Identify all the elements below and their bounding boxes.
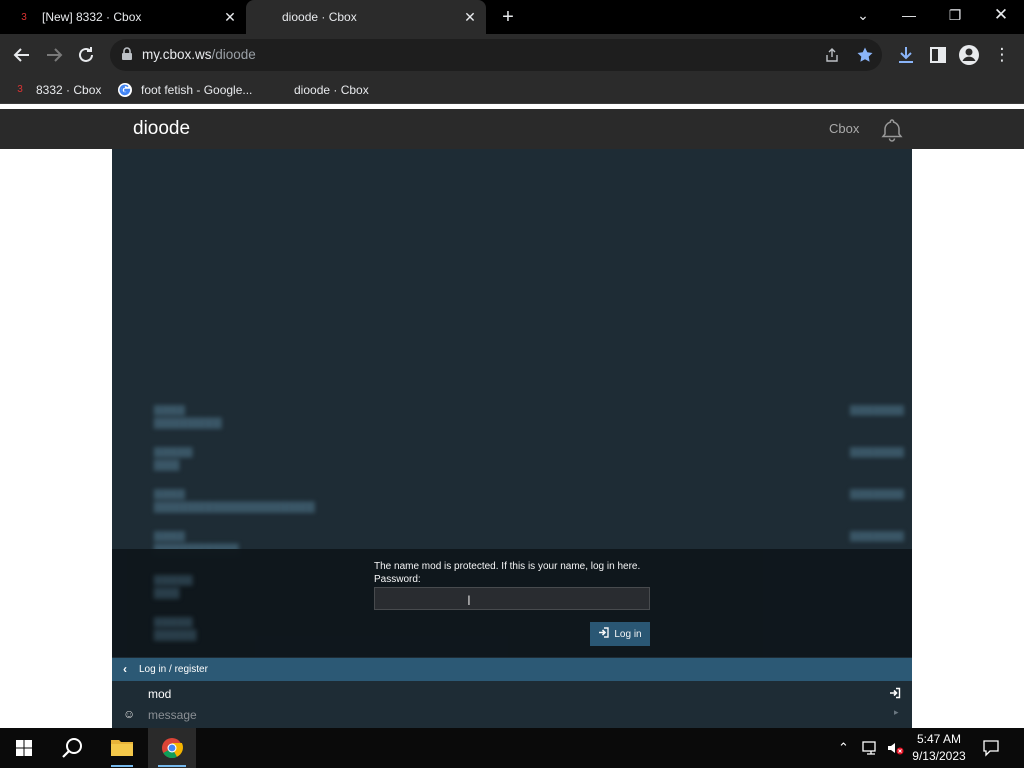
cbox-favicon-icon bbox=[270, 82, 286, 98]
log-in-button[interactable]: Log in bbox=[590, 622, 650, 646]
blurred-message: ▇▇▇▇ ▇▇▇▇▇▇▇▇ bbox=[154, 405, 222, 429]
new-tab-plus-icon[interactable]: + bbox=[498, 7, 518, 27]
tab-title: [New] 8332 · Cbox bbox=[42, 10, 142, 24]
tab-title: dioode · Cbox bbox=[282, 10, 357, 24]
system-clock[interactable]: 5:47 AM 9/13/2023 bbox=[906, 731, 972, 765]
cbox-favicon-icon: 3 bbox=[17, 84, 23, 95]
share-icon[interactable] bbox=[824, 47, 840, 63]
side-panel-icon[interactable] bbox=[926, 43, 950, 67]
clock-date: 9/13/2023 bbox=[912, 749, 966, 763]
sign-in-icon bbox=[598, 627, 610, 641]
restore-window-icon[interactable]: ❐ bbox=[932, 0, 978, 32]
blurred-timestamp: ▇▇▇▇▇▇▇ bbox=[850, 531, 904, 542]
profile-avatar-icon[interactable] bbox=[957, 43, 981, 67]
password-label: Password: bbox=[374, 574, 421, 585]
browser-toolbar: my.cbox.ws/dioode ⋮ bbox=[0, 34, 1024, 76]
back-arrow-icon[interactable] bbox=[10, 43, 34, 67]
address-bar[interactable]: my.cbox.ws/dioode bbox=[110, 39, 882, 71]
smiley-emoji-icon[interactable]: ☺ bbox=[123, 707, 135, 721]
bookmark-label: 8332 · Cbox bbox=[36, 83, 102, 97]
forward-arrow-icon[interactable] bbox=[42, 43, 66, 67]
url-host: my.cbox.ws bbox=[142, 47, 212, 62]
blurred-timestamp: ▇▇▇▇▇▇▇ bbox=[850, 447, 904, 458]
network-icon[interactable] bbox=[862, 740, 880, 756]
tab-dioode-cbox[interactable]: dioode · Cbox ✕ bbox=[246, 0, 486, 34]
reload-icon[interactable] bbox=[74, 43, 98, 67]
chat-panel: ▇▇▇▇ ▇▇▇▇▇▇▇▇ ▇▇▇▇▇▇▇ ▇▇▇▇▇ ▇▇▇ ▇▇▇▇▇▇▇ ▇▇… bbox=[112, 149, 912, 729]
google-g-icon bbox=[117, 82, 133, 98]
blurred-message: ▇▇▇▇▇ ▇▇▇ bbox=[154, 575, 193, 599]
notifications-icon[interactable] bbox=[982, 739, 1000, 757]
volume-muted-icon[interactable] bbox=[886, 740, 904, 756]
bookmark-8332-cbox[interactable]: 3 8332 · Cbox bbox=[12, 82, 101, 98]
log-in-label: Log in bbox=[614, 628, 642, 640]
message-compose-area: mod ☺ ▸ bbox=[112, 681, 912, 729]
chevron-up-icon[interactable]: ⌃ bbox=[838, 740, 849, 756]
bookmark-google-search[interactable]: foot fetish - Google... bbox=[117, 82, 252, 98]
chrome-taskbar-icon[interactable] bbox=[148, 728, 196, 768]
site-header: dioode Cbox bbox=[0, 109, 1024, 149]
login-box: ▇▇▇▇▇ ▇▇▇ ▇▇▇▇▇ ▇▇▇▇▇ The name mod is prot… bbox=[112, 549, 912, 657]
password-input[interactable] bbox=[374, 587, 650, 610]
bell-icon[interactable] bbox=[879, 117, 905, 143]
name-protected-message: The name mod is protected. If this is yo… bbox=[374, 561, 641, 572]
close-tab-icon[interactable]: ✕ bbox=[222, 9, 238, 25]
blurred-message: ▇▇▇▇▇ ▇▇▇ bbox=[154, 447, 193, 471]
page-title[interactable]: dioode bbox=[133, 118, 190, 140]
cbox-link[interactable]: Cbox bbox=[829, 121, 859, 136]
login-register-link[interactable]: Log in / register bbox=[139, 664, 208, 675]
blurred-message: ▇▇▇▇▇ ▇▇▇▇▇ bbox=[154, 617, 197, 641]
text-cursor-icon: I bbox=[467, 592, 471, 608]
clock-time: 5:47 AM bbox=[916, 732, 962, 746]
minimize-icon[interactable]: — bbox=[886, 0, 932, 32]
tab-8332-cbox[interactable]: 3 [New] 8332 · Cbox ✕ bbox=[0, 0, 246, 34]
message-input[interactable] bbox=[148, 707, 848, 723]
tab-search-chevron-icon[interactable]: ⌄ bbox=[840, 0, 886, 32]
bookmark-star-icon[interactable] bbox=[856, 46, 874, 64]
lock-icon[interactable] bbox=[120, 47, 134, 61]
download-icon[interactable] bbox=[894, 43, 918, 67]
login-register-bar[interactable]: ‹ Log in / register bbox=[112, 658, 912, 681]
windows-start-icon[interactable] bbox=[0, 728, 48, 768]
browser-tab-strip: 3 [New] 8332 · Cbox ✕ dioode · Cbox ✕ + … bbox=[0, 0, 1024, 34]
close-tab-icon[interactable]: ✕ bbox=[462, 9, 478, 25]
bookmarks-bar: 3 8332 · Cbox foot fetish - Google... di… bbox=[0, 76, 1024, 104]
more-menu-icon[interactable]: ⋮ bbox=[990, 43, 1014, 67]
bookmark-label: foot fetish - Google... bbox=[141, 83, 253, 97]
cbox-favicon-icon: 3 bbox=[21, 11, 27, 23]
blurred-message: ▇▇▇▇ ▇▇▇▇▇▇▇▇▇▇▇▇▇▇▇▇▇▇▇ bbox=[154, 489, 315, 513]
username-field[interactable]: mod bbox=[148, 687, 171, 701]
blurred-timestamp: ▇▇▇▇▇▇▇ bbox=[850, 489, 904, 500]
search-icon[interactable] bbox=[48, 728, 96, 768]
send-arrow-icon[interactable]: ▸ bbox=[894, 707, 899, 718]
sign-in-icon[interactable] bbox=[889, 687, 901, 699]
chevron-left-icon: ‹ bbox=[123, 662, 127, 676]
blurred-timestamp: ▇▇▇▇▇▇▇ bbox=[850, 405, 904, 416]
close-window-icon[interactable]: ✕ bbox=[978, 0, 1024, 32]
windows-taskbar: ⌃ 5:47 AM 9/13/2023 bbox=[0, 728, 1024, 768]
bookmark-dioode-cbox[interactable]: dioode · Cbox bbox=[270, 82, 369, 98]
url-text: my.cbox.ws/dioode bbox=[142, 47, 256, 62]
url-path: /dioode bbox=[211, 47, 256, 62]
bookmark-label: dioode · Cbox bbox=[294, 83, 369, 97]
file-explorer-icon[interactable] bbox=[98, 728, 146, 768]
